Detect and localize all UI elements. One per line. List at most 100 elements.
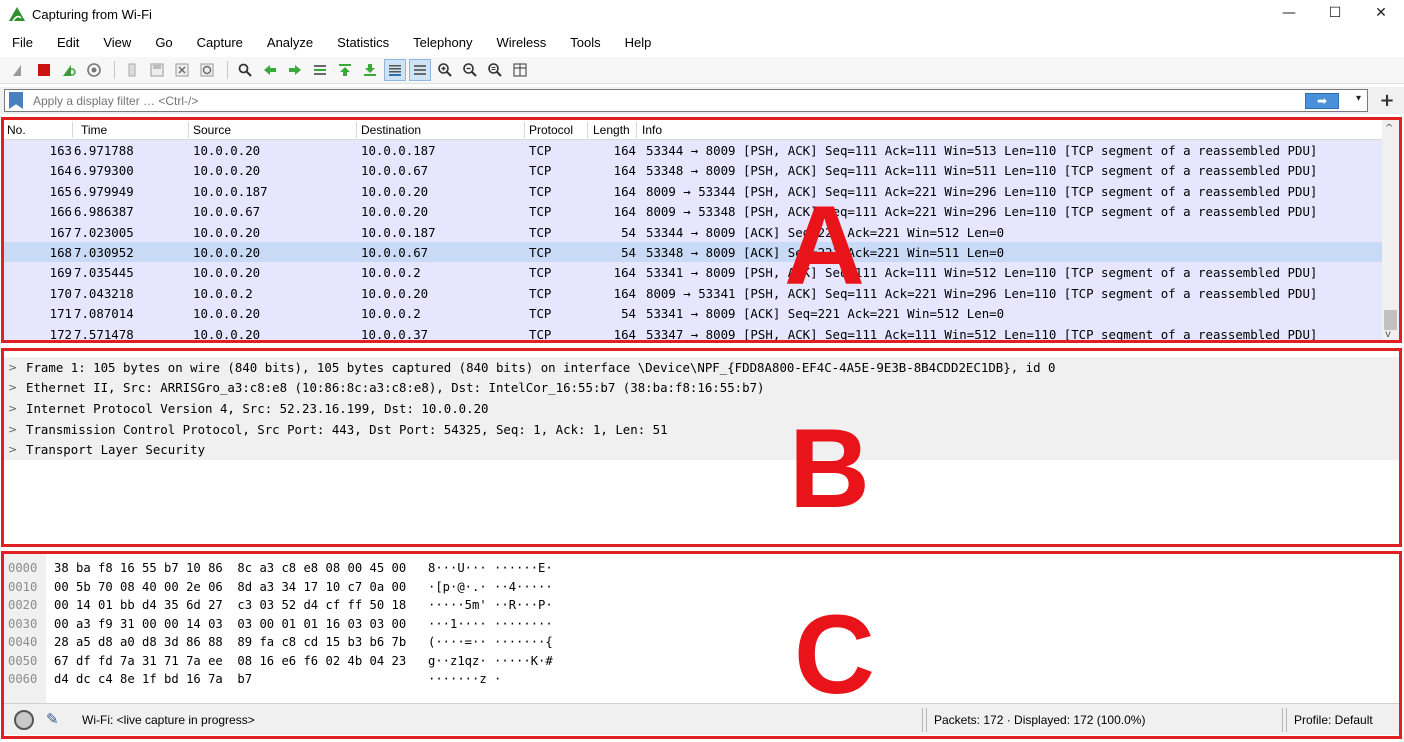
bytes-row[interactable]: 0000 38 ba f8 16 55 b7 10 86 8c a3 c8 e8…: [4, 560, 1399, 579]
stop-capture-icon[interactable]: [33, 59, 55, 81]
column-header-source[interactable]: Source: [193, 123, 231, 137]
bytes-hex[interactable]: 00 14 01 bb d4 35 6d 27 c3 03 52 d4 cf f…: [54, 598, 406, 612]
menu-tools[interactable]: Tools: [558, 35, 612, 50]
packet-row[interactable]: 170 7.043218 10.0.0.2 10.0.0.20 TCP 164 …: [4, 282, 1384, 304]
packet-row[interactable]: 163 6.971788 10.0.0.20 10.0.0.187 TCP 16…: [4, 140, 1384, 161]
packet-row[interactable]: 172 7.571478 10.0.0.20 10.0.0.37 TCP 164…: [4, 323, 1384, 340]
bytes-ascii[interactable]: ·····5m' ··R···P·: [428, 598, 553, 612]
filter-history-dropdown[interactable]: ▾: [1356, 93, 1361, 104]
detail-row-tcp[interactable]: > Transmission Control Protocol, Src Por…: [4, 418, 1399, 440]
column-divider[interactable]: [72, 122, 73, 138]
close-file-icon[interactable]: [171, 59, 193, 81]
autoscroll-icon[interactable]: [384, 59, 406, 81]
minimize-button[interactable]: —: [1266, 0, 1312, 26]
zoom-in-icon[interactable]: [434, 59, 456, 81]
go-to-packet-icon[interactable]: [309, 59, 331, 81]
bytes-row[interactable]: 0030 00 a3 f9 31 00 00 14 03 03 00 01 01…: [4, 616, 1399, 635]
menu-help[interactable]: Help: [613, 35, 664, 50]
column-header-protocol[interactable]: Protocol: [529, 123, 573, 137]
colorize-icon[interactable]: [409, 59, 431, 81]
maximize-button[interactable]: ☐: [1312, 0, 1358, 26]
capture-comment-icon[interactable]: ✎: [46, 710, 66, 728]
detail-row-ipv4[interactable]: > Internet Protocol Version 4, Src: 52.2…: [4, 398, 1399, 419]
column-divider[interactable]: [356, 122, 357, 138]
bookmark-icon[interactable]: [9, 92, 23, 109]
menu-statistics[interactable]: Statistics: [325, 35, 401, 50]
find-packet-icon[interactable]: [234, 59, 256, 81]
detail-row-tls[interactable]: > Transport Layer Security: [4, 439, 1399, 460]
restart-capture-icon[interactable]: [58, 59, 80, 81]
bytes-hex[interactable]: 00 5b 70 08 40 00 2e 06 8d a3 34 17 10 c…: [54, 580, 406, 594]
normal-size-icon[interactable]: [484, 59, 506, 81]
packet-row[interactable]: 164 6.979300 10.0.0.20 10.0.0.67 TCP 164…: [4, 160, 1384, 181]
expand-chevron-icon[interactable]: >: [4, 402, 26, 415]
bytes-row[interactable]: 0020 00 14 01 bb d4 35 6d 27 c3 03 52 d4…: [4, 597, 1399, 616]
menu-wireless[interactable]: Wireless: [484, 35, 558, 50]
packet-row[interactable]: 165 6.979949 10.0.0.187 10.0.0.20 TCP 16…: [4, 180, 1384, 202]
packet-row[interactable]: 167 7.023005 10.0.0.20 10.0.0.187 TCP 54…: [4, 221, 1384, 242]
column-divider[interactable]: [188, 122, 189, 138]
bytes-ascii[interactable]: (····=·· ·······{: [428, 635, 553, 649]
last-packet-icon[interactable]: [359, 59, 381, 81]
detail-row-ethernet[interactable]: > Ethernet II, Src: ARRISGro_a3:c8:e8 (1…: [4, 377, 1399, 399]
bytes-hex[interactable]: 38 ba f8 16 55 b7 10 86 8c a3 c8 e8 08 0…: [54, 561, 406, 575]
packet-row[interactable]: 171 7.087014 10.0.0.20 10.0.0.2 TCP 54 5…: [4, 303, 1384, 324]
bytes-hex[interactable]: 67 df fd 7a 31 71 7a ee 08 16 e6 f6 02 4…: [54, 654, 406, 668]
detail-row-frame[interactable]: > Frame 1: 105 bytes on wire (840 bits),…: [4, 357, 1399, 378]
expand-chevron-icon[interactable]: >: [4, 381, 26, 394]
bytes-hex[interactable]: 28 a5 d8 a0 d8 3d 86 88 89 fa c8 cd 15 b…: [54, 635, 406, 649]
packet-list-scrollbar[interactable]: ^ v: [1382, 120, 1399, 340]
column-header-no[interactable]: No.: [7, 123, 26, 137]
bytes-row[interactable]: 0010 00 5b 70 08 40 00 2e 06 8d a3 34 17…: [4, 579, 1399, 598]
menu-file[interactable]: File: [0, 35, 45, 50]
bytes-ascii[interactable]: 8···U··· ······E·: [428, 561, 553, 575]
packet-row-selected[interactable]: 168 7.030952 10.0.0.20 10.0.0.67 TCP 54 …: [4, 241, 1384, 263]
reload-icon[interactable]: [196, 59, 218, 81]
profile-selector[interactable]: Profile: Default: [1294, 713, 1373, 727]
column-divider[interactable]: [636, 122, 637, 138]
expand-chevron-icon[interactable]: >: [4, 361, 26, 374]
menu-capture[interactable]: Capture: [185, 35, 255, 50]
scroll-up-icon[interactable]: ^: [1385, 123, 1393, 134]
close-button[interactable]: ✕: [1358, 0, 1404, 26]
menu-go[interactable]: Go: [143, 35, 184, 50]
resize-columns-icon[interactable]: [509, 59, 531, 81]
packet-row[interactable]: 166 6.986387 10.0.0.67 10.0.0.20 TCP 164…: [4, 201, 1384, 222]
column-header-info[interactable]: Info: [642, 123, 662, 137]
bytes-row[interactable]: 0040 28 a5 d8 a0 d8 3d 86 88 89 fa c8 cd…: [4, 634, 1399, 653]
first-packet-icon[interactable]: [334, 59, 356, 81]
add-filter-button[interactable]: +: [1376, 89, 1398, 112]
go-forward-icon[interactable]: [284, 59, 306, 81]
menu-edit[interactable]: Edit: [45, 35, 91, 50]
bytes-row[interactable]: 0060 d4 dc c4 8e 1f bd 16 7a b7 ·······z…: [4, 671, 1399, 690]
save-file-icon[interactable]: [146, 59, 168, 81]
scrollbar-thumb[interactable]: [1384, 310, 1397, 330]
display-filter-input[interactable]: [33, 93, 1273, 108]
open-file-icon[interactable]: [121, 59, 143, 81]
menu-view[interactable]: View: [91, 35, 143, 50]
column-header-time[interactable]: Time: [81, 123, 107, 137]
bytes-hex[interactable]: 00 a3 f9 31 00 00 14 03 03 00 01 01 16 0…: [54, 617, 406, 631]
menu-analyze[interactable]: Analyze: [255, 35, 325, 50]
menu-telephony[interactable]: Telephony: [401, 35, 484, 50]
apply-filter-button[interactable]: ➡: [1305, 93, 1339, 109]
bytes-row[interactable]: 0050 67 df fd 7a 31 71 7a ee 08 16 e6 f6…: [4, 653, 1399, 672]
column-divider[interactable]: [524, 122, 525, 138]
go-back-icon[interactable]: [259, 59, 281, 81]
bytes-ascii[interactable]: ·······z ·: [428, 672, 501, 686]
bytes-ascii[interactable]: g··z1qz· ·····K·#: [428, 654, 553, 668]
capture-options-icon[interactable]: [83, 59, 105, 81]
shark-fin-icon[interactable]: [8, 59, 30, 81]
bytes-ascii[interactable]: ·[p·@·.· ··4·····: [428, 580, 553, 594]
column-header-destination[interactable]: Destination: [361, 123, 421, 137]
expert-info-led-icon[interactable]: [14, 710, 34, 730]
zoom-out-icon[interactable]: [459, 59, 481, 81]
expand-chevron-icon[interactable]: >: [4, 423, 26, 436]
bytes-ascii[interactable]: ···1···· ········: [428, 617, 553, 631]
bytes-hex[interactable]: d4 dc c4 8e 1f bd 16 7a b7: [54, 672, 252, 686]
column-header-length[interactable]: Length: [593, 123, 630, 137]
column-divider[interactable]: [587, 122, 588, 138]
scroll-down-icon[interactable]: v: [1385, 329, 1391, 340]
expand-chevron-icon[interactable]: >: [4, 443, 26, 456]
packet-row[interactable]: 169 7.035445 10.0.0.20 10.0.0.2 TCP 164 …: [4, 262, 1384, 283]
